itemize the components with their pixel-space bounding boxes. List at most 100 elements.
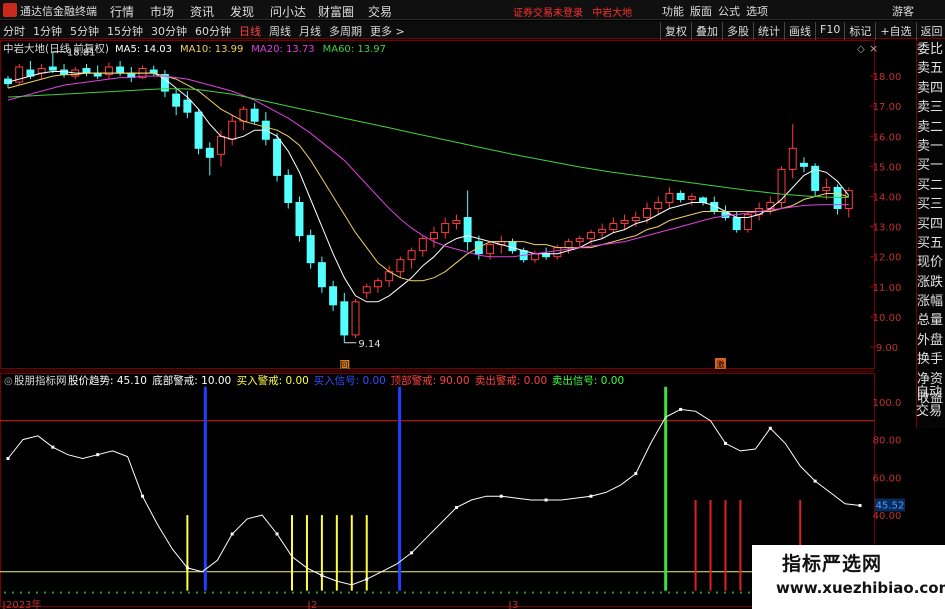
- title-bar: 通达信金融终端 行情 市场 资讯 发现 问小达 财富圈 交易 证券交易未登录 中…: [0, 0, 945, 20]
- indicator-tick-label: 60.00: [873, 473, 902, 484]
- menu-item-wealth[interactable]: 财富圈: [315, 3, 357, 20]
- baseline-dot: [692, 591, 694, 594]
- mark-button[interactable]: 标记: [844, 22, 875, 40]
- baseline-dot: [276, 591, 278, 594]
- trend-dot: [365, 577, 369, 581]
- candle-up: [822, 186, 831, 191]
- candle-down: [463, 217, 472, 243]
- indicator-tick-label: 40.00: [873, 511, 902, 522]
- guest-label[interactable]: 游客: [892, 3, 914, 19]
- menu-item-discover[interactable]: 发现: [225, 3, 259, 20]
- tab-multi-period[interactable]: 多周期: [329, 23, 362, 39]
- diamond-icon: ◇: [857, 44, 865, 55]
- auto-trade-label-2: 交易: [916, 404, 943, 419]
- watermark: 指标严选网 www.xuezhibiao.com: [752, 545, 945, 609]
- baseline-dot: [700, 591, 702, 594]
- adjust-button[interactable]: 复权: [660, 22, 691, 40]
- menu-formula[interactable]: 公式: [718, 3, 740, 19]
- baseline-dot: [100, 591, 102, 594]
- trend-dot: [410, 551, 414, 555]
- baseline-dot: [92, 591, 94, 594]
- candle-down: [183, 99, 192, 113]
- candle-up: [217, 135, 225, 155]
- tab-monthly[interactable]: 月线: [299, 23, 321, 39]
- candle-down: [676, 192, 685, 200]
- price-tick-label: 13.00: [873, 223, 902, 234]
- tab-1min[interactable]: 1分钟: [33, 23, 62, 39]
- ma-readout-4: MA60: 13.97: [323, 44, 386, 55]
- baseline-dot: [316, 591, 318, 594]
- auto-trade[interactable]: 自动 交易: [916, 383, 945, 423]
- baseline-dot: [76, 591, 78, 594]
- stats-button[interactable]: 统计: [753, 22, 784, 40]
- trend-dot: [230, 532, 234, 536]
- baseline-dot: [420, 591, 422, 594]
- tab-daily[interactable]: 日线: [239, 23, 261, 39]
- menu-item-market[interactable]: 行情: [105, 3, 139, 20]
- quote-label-volume: 总量: [917, 313, 944, 329]
- quote-label-turnover: 换手: [917, 352, 944, 368]
- baseline-dot: [260, 591, 262, 594]
- trend-dot: [6, 456, 10, 460]
- quote-label-buy1: 买一: [917, 158, 944, 174]
- baseline-dot: [484, 591, 486, 594]
- f10-button[interactable]: F10: [815, 22, 844, 40]
- trend-dot: [544, 498, 548, 502]
- candle-down: [833, 186, 842, 210]
- menu-item-trade[interactable]: 交易: [363, 3, 397, 20]
- candle-down: [732, 217, 741, 231]
- candle-up: [609, 223, 618, 231]
- baseline-dot: [148, 591, 150, 594]
- quote-label-sell1: 卖一: [917, 138, 944, 154]
- auto-trade-label-1: 自动: [916, 385, 943, 400]
- baseline-dot: [268, 591, 270, 594]
- tab-more[interactable]: 更多 >: [370, 23, 405, 39]
- menu-function[interactable]: 功能: [662, 3, 684, 19]
- overlay-button[interactable]: 叠加: [691, 22, 722, 40]
- baseline-dot: [436, 591, 438, 594]
- back-button[interactable]: 返回: [915, 22, 945, 40]
- baseline-dot: [524, 591, 526, 594]
- baseline-dot: [684, 591, 686, 594]
- quote-label-sell5: 卖五: [917, 61, 944, 77]
- menu-options[interactable]: 选项: [746, 3, 768, 19]
- candle-down: [250, 108, 259, 122]
- candle-down: [699, 197, 708, 203]
- kline-chart[interactable]: 18.00 17.00 16.00 15.00 14.00 13.00 12.00 11.00…: [0, 40, 916, 609]
- ma-line-ma10: [7, 72, 849, 282]
- candle-up: [788, 147, 797, 170]
- baseline-dot: [188, 591, 190, 594]
- main-frame: [0, 40, 875, 369]
- indicator-readout-7: 卖出信号: 0.00: [552, 374, 624, 387]
- login-notice[interactable]: 证券交易未登录 中岩大地: [513, 4, 632, 19]
- add-favorite-button[interactable]: +自选: [875, 22, 915, 40]
- candle-up: [351, 301, 360, 336]
- tab-30min[interactable]: 30分钟: [151, 23, 187, 39]
- price-tick-label: 12.00: [873, 253, 902, 264]
- app-logo-icon: [3, 3, 17, 17]
- right-menu: 功能 版面 公式 选项: [662, 3, 774, 19]
- menu-item-markets[interactable]: 市场: [145, 3, 179, 20]
- draw-button[interactable]: 画线: [784, 22, 815, 40]
- menu-item-assistant[interactable]: 问小达: [267, 3, 309, 20]
- tab-5min[interactable]: 5分钟: [70, 23, 99, 39]
- tab-weekly[interactable]: 周线: [269, 23, 291, 39]
- tab-15min[interactable]: 15分钟: [107, 23, 143, 39]
- candle-up: [228, 120, 237, 140]
- indicator-tick-label: 100.0: [873, 398, 902, 409]
- baseline-dot: [228, 591, 230, 594]
- trend-dot: [96, 453, 100, 457]
- menu-layout[interactable]: 版面: [690, 3, 712, 19]
- tab-timeshare[interactable]: 分时: [3, 23, 25, 39]
- candle-down: [149, 69, 158, 74]
- candle-up: [586, 232, 595, 240]
- candle-down: [82, 68, 91, 74]
- baseline-dot: [28, 591, 30, 594]
- baseline-dot: [748, 591, 750, 594]
- indicator-readout-4: 买入信号: 0.00: [314, 375, 386, 387]
- tab-60min[interactable]: 60分钟: [195, 23, 231, 39]
- quote-label-sell3: 卖三: [917, 100, 944, 116]
- menu-item-news[interactable]: 资讯: [185, 3, 219, 20]
- candle-up: [373, 280, 382, 288]
- multi-stock-button[interactable]: 多股: [722, 22, 753, 40]
